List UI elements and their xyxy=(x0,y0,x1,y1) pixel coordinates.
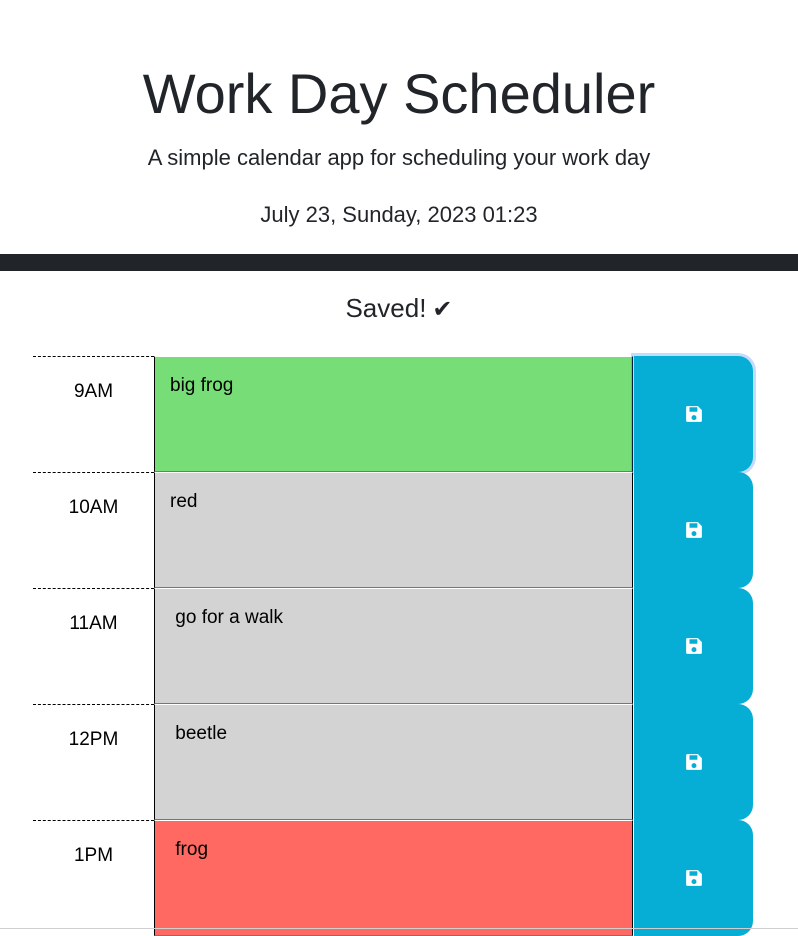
time-block: 11AM go for a walk xyxy=(33,588,755,704)
floppy-disk-icon xyxy=(685,521,703,539)
event-description-input[interactable]: red xyxy=(154,472,633,588)
time-block: 9AM big frog xyxy=(33,356,755,472)
hour-label: 9AM xyxy=(33,356,154,472)
event-description-input[interactable]: frog xyxy=(154,820,633,936)
saved-status: Saved! ✔ xyxy=(0,292,798,326)
bottom-edge-line xyxy=(0,928,798,929)
page-title: Work Day Scheduler xyxy=(142,62,656,125)
floppy-disk-icon xyxy=(685,637,703,655)
time-block: 1PM frog xyxy=(33,820,755,936)
page-subtitle: A simple calendar app for scheduling you… xyxy=(147,145,651,170)
hour-label: 1PM xyxy=(33,820,154,936)
floppy-disk-icon xyxy=(685,405,703,423)
event-description-input[interactable]: go for a walk xyxy=(154,588,633,704)
check-icon: ✔ xyxy=(432,296,453,323)
current-date: July 23, Sunday, 2023 01:23 xyxy=(260,202,538,227)
save-button[interactable] xyxy=(634,820,753,936)
save-button[interactable] xyxy=(634,472,753,588)
saved-message: Saved! xyxy=(345,293,427,323)
hour-label: 12PM xyxy=(33,704,154,820)
page-header: Work Day Scheduler A simple calendar app… xyxy=(0,0,798,254)
floppy-disk-icon xyxy=(685,753,703,771)
floppy-disk-icon xyxy=(685,869,703,887)
save-button[interactable] xyxy=(634,588,753,704)
header-divider xyxy=(0,254,798,271)
event-description-input[interactable]: beetle xyxy=(154,704,633,820)
hour-label: 11AM xyxy=(33,588,154,704)
save-button[interactable] xyxy=(634,356,753,472)
time-block-list: 9AM big frog 10AM red 11AM go for a walk… xyxy=(33,356,755,936)
event-description-input[interactable]: big frog xyxy=(154,356,633,472)
save-button[interactable] xyxy=(634,704,753,820)
hour-label: 10AM xyxy=(33,472,154,588)
time-block: 10AM red xyxy=(33,472,755,588)
time-block: 12PM beetle xyxy=(33,704,755,820)
